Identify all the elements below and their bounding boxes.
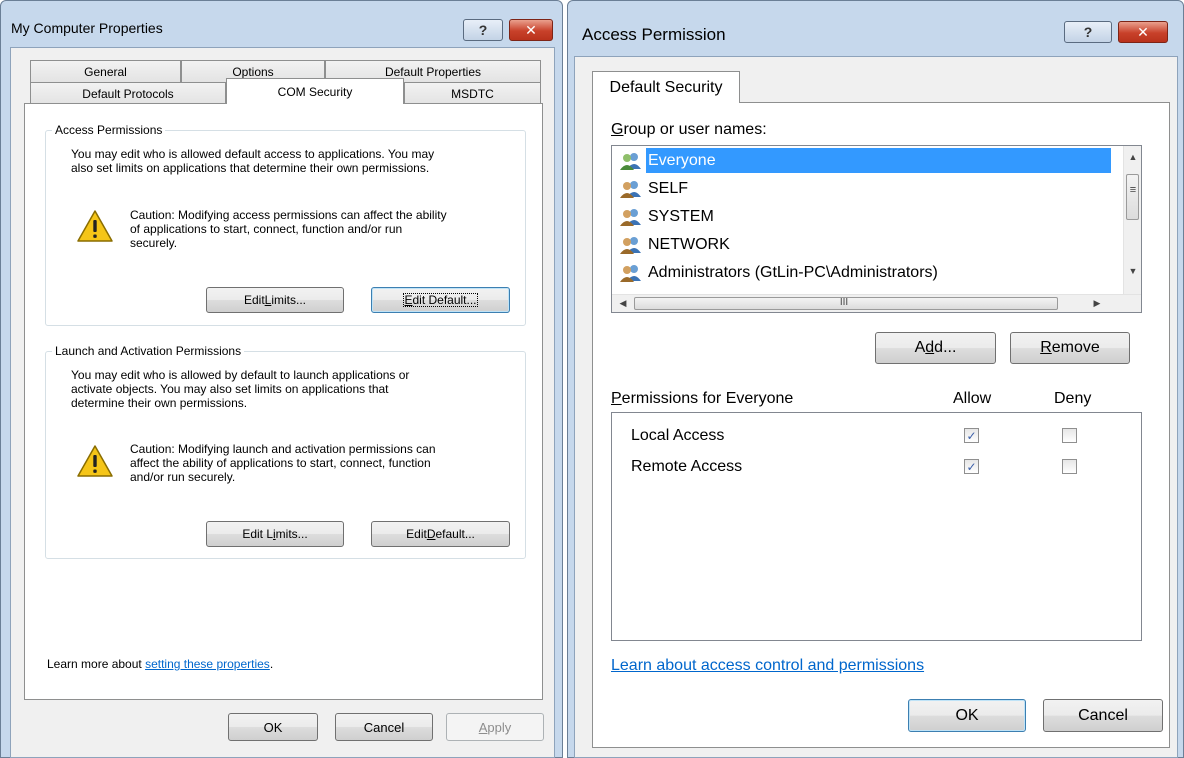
dialog-client-area: Default Security Group or user names: Ev…	[574, 56, 1178, 758]
remote-access-allow-checkbox[interactable]: ✓	[964, 459, 979, 474]
user-group-icon	[620, 181, 641, 198]
access-permission-window: Access Permission ? ✕ Default Security G…	[567, 0, 1184, 758]
scroll-thumb[interactable]	[1126, 174, 1139, 220]
list-item[interactable]: SELF	[620, 176, 688, 202]
com-security-panel: Access Permissions You may edit who is a…	[24, 103, 543, 700]
scroll-right-arrow[interactable]: ▶	[1090, 298, 1104, 309]
permission-name: Remote Access	[631, 458, 743, 475]
access-description: You may edit who is allowed default acce…	[71, 147, 435, 175]
group-label: Access Permissions	[52, 123, 166, 137]
access-caution-text: Caution: Modifying access permissions ca…	[130, 208, 447, 250]
scroll-left-arrow[interactable]: ◀	[616, 298, 630, 309]
permissions-label: Permissions for Everyone	[611, 390, 794, 407]
ok-button[interactable]: OK	[228, 713, 318, 741]
tab-default-protocols[interactable]: Default Protocols	[30, 82, 226, 104]
list-item[interactable]: NETWORK	[620, 232, 730, 258]
access-edit-default-button[interactable]: Edit Default...	[371, 287, 510, 313]
group-user-names-label: Group or user names:	[611, 121, 767, 138]
cancel-button[interactable]: Cancel	[1043, 699, 1163, 732]
horizontal-scrollbar[interactable]: ◀ III ▶	[612, 294, 1141, 312]
apply-button[interactable]: Apply	[446, 713, 544, 741]
launch-edit-limits-button[interactable]: Edit Li mits...	[206, 521, 344, 547]
user-list[interactable]: Everyone SELF SYSTEM NETWORK Administrat…	[611, 145, 1142, 313]
warning-icon	[77, 210, 113, 242]
help-button[interactable]: ?	[1064, 21, 1112, 43]
deny-column-header: Deny	[1054, 390, 1092, 407]
list-item[interactable]: Everyone	[620, 148, 716, 174]
tab-msdtc[interactable]: MSDTC	[404, 82, 541, 104]
launch-edit-default-button[interactable]: Edit Default...	[371, 521, 510, 547]
group-label: Launch and Activation Permissions	[52, 344, 245, 358]
warning-icon	[77, 445, 113, 477]
scroll-down-arrow[interactable]: ▼	[1126, 266, 1140, 276]
scroll-grip: ≡	[1129, 184, 1137, 196]
launch-description: You may edit who is allowed by default t…	[71, 368, 410, 410]
remote-access-deny-checkbox[interactable]	[1062, 459, 1077, 474]
permission-name: Local Access	[631, 427, 725, 444]
permissions-list: Local Access ✓ Remote Access ✓	[611, 412, 1142, 641]
tab-default-security[interactable]: Default Security	[592, 71, 740, 103]
setting-properties-link[interactable]: setting these properties	[145, 657, 270, 671]
my-computer-properties-window: My Computer Properties ? ✕ General Optio…	[0, 0, 563, 758]
default-security-panel: Group or user names: Everyone SELF SYSTE…	[592, 102, 1170, 748]
window-title: Access Permission	[582, 25, 726, 44]
user-group-icon	[620, 209, 641, 226]
local-access-allow-checkbox[interactable]: ✓	[964, 428, 979, 443]
tab-general[interactable]: General	[30, 60, 181, 82]
launch-caution-text: Caution: Modifying launch and activation…	[130, 442, 436, 484]
dialog-client-area: General Options Default Properties Defau…	[10, 47, 555, 758]
vertical-scrollbar[interactable]: ▲ ≡ ▼	[1123, 146, 1141, 294]
launch-activation-group: Launch and Activation Permissions You ma…	[45, 344, 526, 559]
help-button[interactable]: ?	[463, 19, 503, 41]
close-button[interactable]: ✕	[509, 19, 553, 41]
learn-more-text: Learn more about setting these propertie…	[47, 657, 274, 671]
remove-button[interactable]: Remove	[1010, 332, 1130, 364]
access-edit-limits-button[interactable]: Edit Limits...	[206, 287, 344, 313]
allow-column-header: Allow	[953, 390, 992, 407]
cancel-button[interactable]: Cancel	[335, 713, 433, 741]
scroll-grip: III	[839, 297, 849, 308]
user-group-icon	[620, 153, 641, 170]
access-control-link[interactable]: Learn about access control and permissio…	[611, 657, 924, 675]
close-button[interactable]: ✕	[1118, 21, 1168, 43]
access-permissions-group: Access Permissions You may edit who is a…	[45, 123, 526, 326]
window-title: My Computer Properties	[11, 20, 163, 36]
local-access-deny-checkbox[interactable]	[1062, 428, 1077, 443]
tab-com-security[interactable]: COM Security	[226, 78, 404, 104]
list-item[interactable]: Administrators (GtLin-PC\Administrators)	[620, 260, 938, 286]
scroll-up-arrow[interactable]: ▲	[1126, 152, 1140, 162]
user-group-icon	[620, 237, 641, 254]
ok-button[interactable]: OK	[908, 699, 1026, 732]
add-button[interactable]: Ad d...	[875, 332, 996, 364]
list-item[interactable]: SYSTEM	[620, 204, 714, 230]
user-group-icon	[620, 265, 641, 282]
